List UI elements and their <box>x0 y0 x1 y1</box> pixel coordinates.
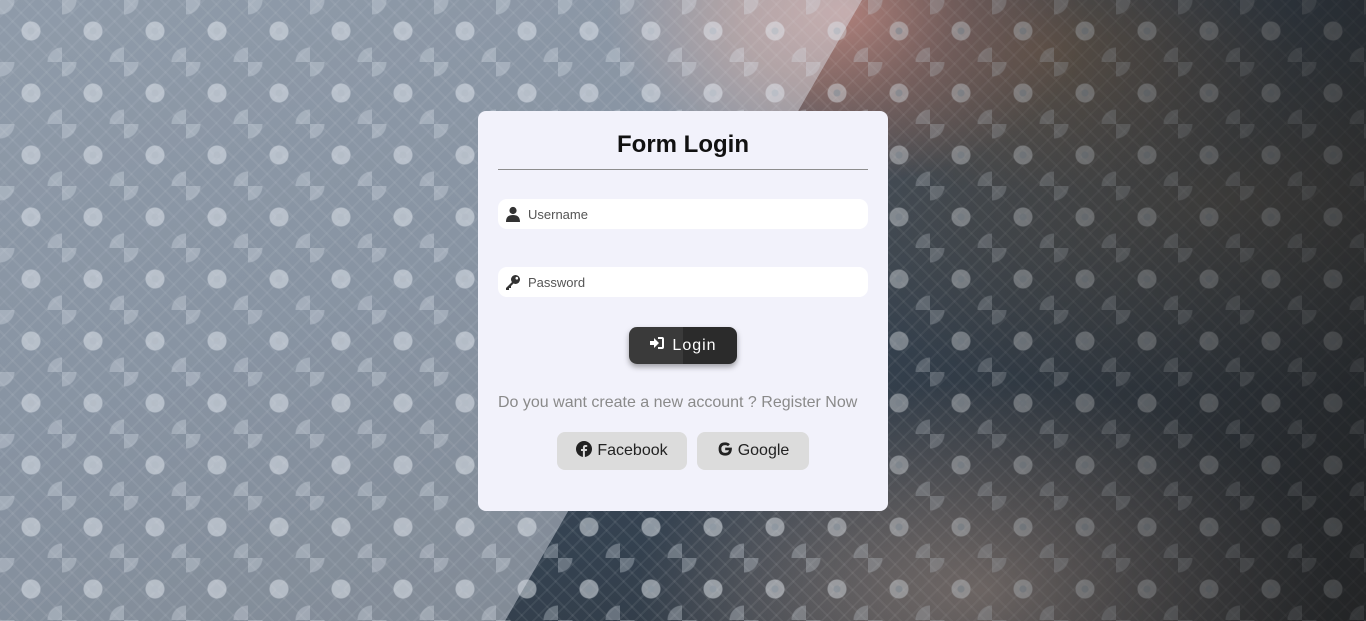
register-prompt-text: Do you want create a new account ? <box>498 394 757 411</box>
login-card: Form Login Username Login Do you want cr… <box>478 111 888 511</box>
register-prompt: Do you want create a new account ? Regis… <box>498 393 868 413</box>
key-icon <box>498 267 528 297</box>
register-link[interactable]: Register Now <box>761 394 857 411</box>
login-button[interactable]: Login <box>629 327 737 364</box>
username-input[interactable] <box>528 200 848 228</box>
facebook-icon <box>576 440 593 462</box>
google-icon <box>717 441 733 462</box>
password-input[interactable] <box>528 268 848 296</box>
title-divider <box>498 169 868 170</box>
google-button[interactable]: Google <box>697 432 809 470</box>
username-field <box>498 199 868 229</box>
form-title: Form Login <box>617 131 749 158</box>
sign-in-icon <box>649 336 665 355</box>
facebook-button-label: Facebook <box>597 442 668 459</box>
facebook-button[interactable]: Facebook <box>557 432 687 470</box>
login-page: Form Login Username Login Do you want cr… <box>0 0 1366 621</box>
user-icon <box>498 199 528 229</box>
google-button-label: Google <box>737 442 790 459</box>
social-login: Facebook Google <box>498 432 868 470</box>
password-field <box>498 267 868 297</box>
login-button-label: Login <box>672 336 717 354</box>
